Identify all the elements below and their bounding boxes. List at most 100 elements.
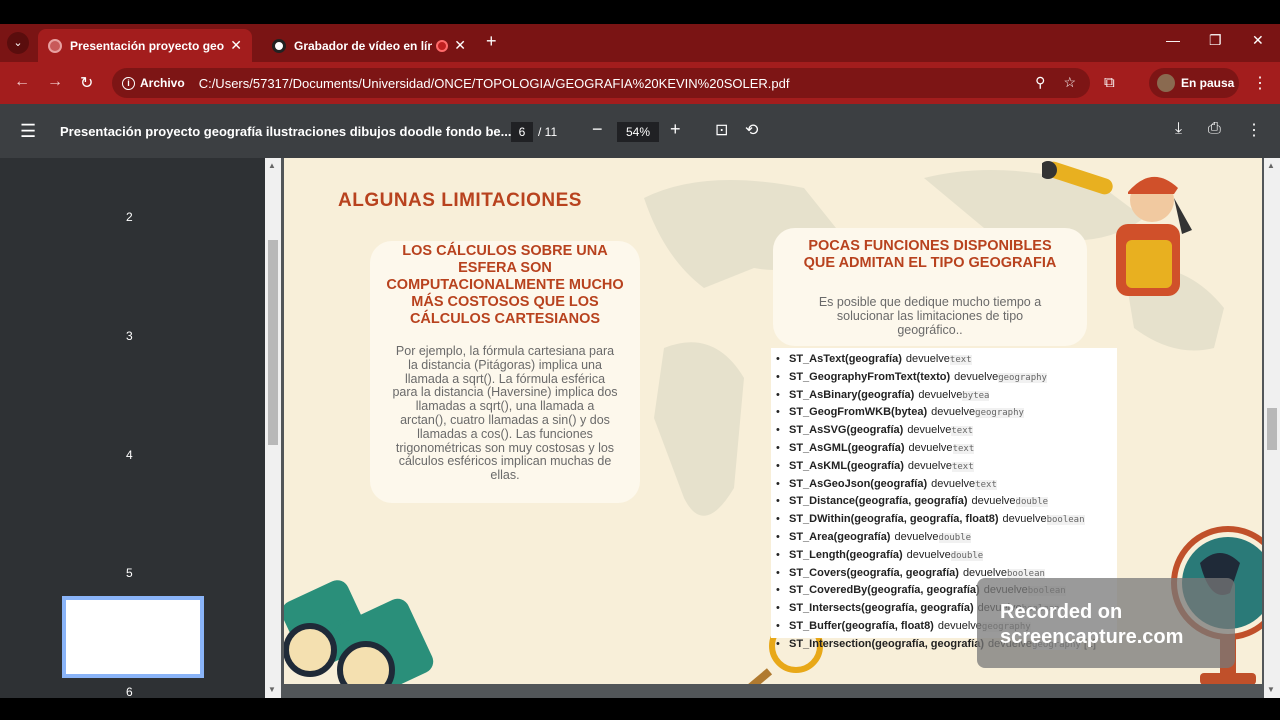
- return-type: text: [975, 479, 997, 490]
- recording-icon: [436, 39, 449, 52]
- fit-page-icon[interactable]: ⊡: [715, 120, 728, 140]
- return-type: double: [950, 550, 984, 561]
- return-type: geography: [975, 408, 1024, 419]
- function-name: ST_AsGML(geografía): [789, 441, 905, 454]
- tab-recorder[interactable]: Grabador de vídeo en línea ✕: [262, 29, 476, 62]
- function-item: ST_AsText(geografía)devuelvetext: [776, 351, 1117, 369]
- tab-strip: ⌄ Presentación proyecto geografía ilustr…: [0, 24, 1280, 62]
- thumbnail-label[interactable]: 5: [126, 566, 133, 580]
- more-options-icon[interactable]: ⋮: [1246, 120, 1262, 140]
- back-icon[interactable]: ←: [14, 73, 30, 91]
- forward-icon[interactable]: →: [47, 73, 63, 91]
- zoom-in-icon[interactable]: +: [670, 119, 681, 140]
- returns-word: devuelve: [907, 459, 952, 472]
- function-name: ST_Covers(geografía, geografía): [789, 566, 959, 579]
- function-name: ST_Distance(geografía, geografía): [789, 495, 968, 508]
- function-item: ST_Area(geografía)devuelvedouble: [776, 529, 1117, 547]
- function-item: ST_AsGML(geografía)devuelvetext: [776, 440, 1117, 458]
- rotate-icon[interactable]: ⟲: [745, 120, 758, 140]
- scroll-up-icon[interactable]: ▲: [268, 161, 276, 170]
- zoom-icon[interactable]: ⚲: [1035, 74, 1045, 91]
- close-icon[interactable]: ✕: [454, 37, 466, 54]
- screen-top-bar: [0, 0, 1280, 24]
- pdf-toolbar: ☰ Presentación proyecto geografía ilustr…: [0, 104, 1280, 158]
- function-item: ST_AsSVG(geografía)devuelvetext: [776, 422, 1117, 440]
- return-type: geography: [998, 372, 1047, 383]
- thumbnail-label[interactable]: 6: [126, 685, 133, 699]
- tab-search-button[interactable]: ⌄: [7, 32, 29, 54]
- download-icon[interactable]: ⤓: [1175, 120, 1182, 138]
- sidebar-scrollbar[interactable]: ▲ ▼: [265, 158, 281, 698]
- card-body: Es posible que dedique mucho tiempo a so…: [818, 295, 1042, 337]
- return-type: double: [938, 532, 972, 543]
- page-total: / 11: [538, 125, 558, 139]
- reload-icon[interactable]: ↻: [80, 73, 93, 93]
- print-icon[interactable]: ⎙: [1208, 120, 1221, 138]
- minimize-icon[interactable]: —: [1166, 32, 1180, 48]
- url-text: C:/Users/57317/Documents/Universidad/ONC…: [198, 75, 790, 91]
- zoom-out-icon[interactable]: −: [592, 119, 603, 140]
- recording-watermark: Recorded on screencapture.com: [977, 578, 1235, 668]
- close-window-icon[interactable]: ✕: [1252, 32, 1264, 49]
- browser-menu-icon[interactable]: ⋮: [1252, 73, 1268, 93]
- card-body: Por ejemplo, la fórmula cartesiana para …: [392, 344, 618, 483]
- thumbnail-selected[interactable]: [62, 596, 204, 678]
- tab-pdf[interactable]: Presentación proyecto geografía ilustrac…: [38, 29, 252, 62]
- returns-word: devuelve: [906, 548, 951, 561]
- scrollbar-thumb[interactable]: [268, 240, 278, 445]
- limitation-card-left: LOS CÁLCULOS SOBRE UNA ESFERA SON COMPUT…: [370, 241, 640, 503]
- function-name: ST_GeogFromWKB(bytea): [789, 406, 928, 419]
- tab-title: Grabador de vídeo en línea: [294, 38, 433, 53]
- viewer-scrollbar[interactable]: ▲ ▼: [1264, 158, 1280, 698]
- close-icon[interactable]: ✕: [230, 37, 242, 54]
- scrollbar-thumb[interactable]: [1267, 408, 1277, 450]
- restore-icon[interactable]: ❐: [1209, 32, 1222, 49]
- function-name: ST_Area(geografía): [789, 530, 891, 543]
- function-item: ST_AsBinary(geografía)devuelvebytea: [776, 387, 1117, 405]
- returns-word: devuelve: [907, 424, 952, 437]
- profile-button[interactable]: En pausa: [1149, 68, 1239, 98]
- return-type: text: [951, 426, 974, 437]
- extensions-icon[interactable]: ⧉: [1104, 74, 1115, 91]
- document-title: Presentación proyecto geografía ilustrac…: [60, 124, 512, 139]
- returns-word: devuelve: [931, 477, 976, 490]
- thumbnail-label[interactable]: 4: [126, 448, 133, 462]
- star-icon[interactable]: ☆: [1063, 74, 1076, 91]
- returns-word: devuelve: [937, 619, 982, 632]
- returns-word: devuelve: [971, 495, 1016, 508]
- returns-word: devuelve: [954, 370, 999, 383]
- returns-word: devuelve: [908, 441, 953, 454]
- function-item: ST_DWithin(geografía, geografía, float8)…: [776, 511, 1117, 529]
- scroll-up-icon[interactable]: ▲: [1267, 161, 1275, 170]
- function-name: ST_GeographyFromText(texto): [789, 370, 951, 383]
- function-name: ST_Buffer(geografía, float8): [789, 619, 934, 632]
- avatar: [1157, 74, 1175, 92]
- function-item: ST_Distance(geografía, geografía)devuelv…: [776, 493, 1117, 511]
- scroll-down-icon[interactable]: ▼: [1267, 685, 1275, 694]
- page-number-input[interactable]: 6: [511, 122, 533, 142]
- menu-icon[interactable]: ☰: [20, 121, 36, 142]
- tab-title: Presentación proyecto geografía ilustrac…: [70, 38, 225, 53]
- function-name: ST_AsBinary(geografía): [789, 388, 915, 401]
- returns-word: devuelve: [931, 406, 976, 419]
- thumbnail-label[interactable]: 2: [126, 210, 133, 224]
- security-chip[interactable]: i Archivo: [122, 76, 185, 90]
- function-name: ST_AsSVG(geografía): [789, 424, 904, 437]
- function-name: ST_DWithin(geografía, geografía, float8): [789, 513, 999, 526]
- return-type: text: [951, 461, 974, 472]
- returns-word: devuelve: [894, 530, 939, 543]
- new-tab-button[interactable]: +: [486, 31, 497, 52]
- card-title: LOS CÁLCULOS SOBRE UNA ESFERA SON COMPUT…: [386, 243, 624, 327]
- return-type: double: [1015, 497, 1049, 508]
- function-name: ST_CoveredBy(geografía, geografía): [789, 584, 980, 597]
- function-item: ST_GeographyFromText(texto)devuelvegeogr…: [776, 369, 1117, 387]
- scroll-down-icon[interactable]: ▼: [268, 685, 276, 694]
- returns-word: devuelve: [918, 388, 963, 401]
- return-type: boolean: [1046, 515, 1085, 526]
- returns-word: devuelve: [962, 566, 1007, 579]
- function-item: ST_AsKML(geografía)devuelvetext: [776, 458, 1117, 476]
- function-name: ST_Intersects(geografía, geografía): [789, 602, 974, 615]
- thumbnail-label[interactable]: 3: [126, 329, 133, 343]
- url-field[interactable]: i Archivo C:/Users/57317/Documents/Univer…: [112, 68, 1090, 98]
- zoom-input[interactable]: 54%: [617, 122, 659, 142]
